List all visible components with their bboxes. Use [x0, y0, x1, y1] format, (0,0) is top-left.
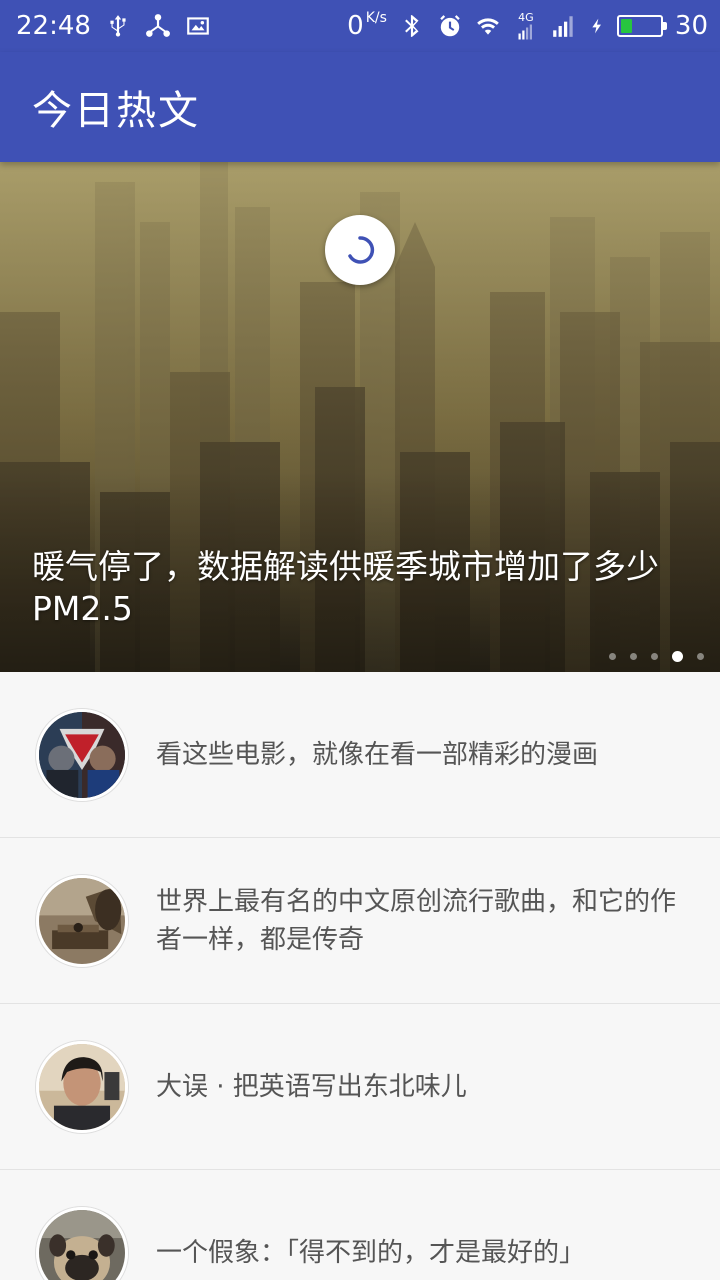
- banner-carousel[interactable]: 暖气停了，数据解读供暖季城市增加了多少 PM2.5: [0, 162, 720, 672]
- image-icon: [185, 11, 211, 41]
- app-bar: 今日热文: [0, 52, 720, 162]
- wifi-icon: [475, 11, 501, 41]
- share-icon: [145, 11, 171, 41]
- list-item[interactable]: 大误 · 把英语写出东北味儿: [0, 1004, 720, 1170]
- status-time: 22:48: [16, 11, 91, 41]
- article-title: 大误 · 把英语写出东北味儿: [156, 1071, 467, 1102]
- banner-title[interactable]: 暖气停了，数据解读供暖季城市增加了多少 PM2.5: [32, 546, 688, 630]
- refresh-icon: [348, 236, 375, 264]
- bluetooth-icon: [399, 11, 425, 41]
- article-thumbnail: [36, 874, 128, 967]
- article-title: 看这些电影，就像在看一部精彩的漫画: [156, 739, 599, 770]
- battery-icon: [616, 15, 667, 37]
- status-bar: 22:48 0 K/s 4G 30: [0, 0, 720, 52]
- article-thumbnail: [36, 1040, 128, 1133]
- article-title: 一个假象：「得不到的，才是最好的」: [156, 1237, 586, 1268]
- signal-4g-label: 4G: [518, 10, 534, 24]
- article-list: 看这些电影，就像在看一部精彩的漫画 世界上最有名的中文原创流行歌曲，和它的作者一…: [0, 672, 720, 1280]
- carousel-dot[interactable]: [697, 653, 704, 660]
- carousel-dot[interactable]: [630, 653, 637, 660]
- battery-level: [620, 19, 633, 33]
- battery-percent: 30: [674, 11, 708, 41]
- alarm-icon: [437, 11, 463, 41]
- article-thumbnail: [36, 1206, 128, 1280]
- carousel-indicator: [609, 651, 704, 662]
- usb-icon: [105, 11, 131, 41]
- list-item[interactable]: 世界上最有名的中文原创流行歌曲，和它的作者一样，都是传奇: [0, 838, 720, 1004]
- loading-spinner: [325, 215, 395, 285]
- net-speed-unit: K/s: [365, 10, 387, 26]
- signal-icon: [551, 11, 577, 41]
- carousel-dot[interactable]: [651, 653, 658, 660]
- signal-4g-icon: [513, 23, 539, 41]
- carousel-dot[interactable]: [609, 653, 616, 660]
- net-speed-value: 0: [347, 11, 364, 41]
- app-title: 今日热文: [32, 88, 200, 134]
- carousel-dot-active[interactable]: [672, 651, 683, 662]
- article-thumbnail: [36, 708, 128, 801]
- article-title: 世界上最有名的中文原创流行歌曲，和它的作者一样，都是传奇: [156, 886, 677, 955]
- charging-icon: [589, 11, 605, 41]
- list-item[interactable]: 看这些电影，就像在看一部精彩的漫画: [0, 672, 720, 838]
- list-item[interactable]: 一个假象：「得不到的，才是最好的」: [0, 1170, 720, 1280]
